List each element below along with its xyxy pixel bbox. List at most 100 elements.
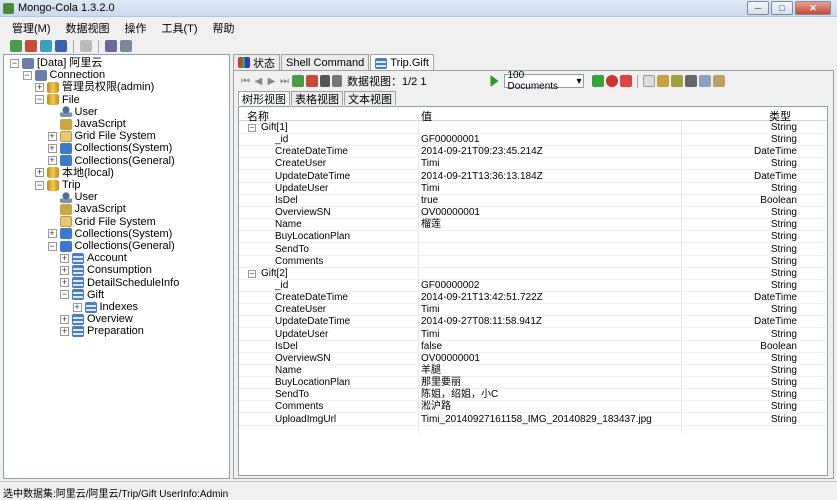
expand-icon[interactable]: +	[60, 253, 69, 263]
run-icon[interactable]	[490, 75, 499, 87]
expand-icon[interactable]: +	[60, 314, 69, 324]
table-row[interactable]: BuyLocationPlan String	[239, 231, 827, 244]
menu-data-view[interactable]: 数据视图	[66, 20, 110, 36]
table-row[interactable]: UpdateUser Timi String	[239, 183, 827, 195]
tree-node[interactable]: + 本地(local)	[35, 167, 114, 179]
tree-node[interactable]: + DetailScheduleInfo	[60, 277, 179, 289]
database-icon[interactable]	[55, 40, 67, 52]
collapse-icon[interactable]: −	[35, 95, 44, 105]
tree-node[interactable]: + 管理员权限(admin)	[35, 81, 154, 93]
table-row[interactable]: IsDel false Boolean	[239, 341, 827, 353]
minimize-button[interactable]: ─	[747, 1, 769, 15]
expand-icon[interactable]: +	[72, 302, 82, 312]
tab-table-view[interactable]: 表格视图	[291, 91, 343, 106]
menu-help[interactable]: 帮助	[213, 20, 235, 36]
stop-icon[interactable]	[80, 40, 92, 52]
table-row[interactable]: Name 榴莲 String	[239, 219, 827, 232]
paste-icon[interactable]	[713, 75, 726, 87]
expand-icon[interactable]: +	[47, 131, 57, 141]
table-row[interactable]: − Gift[2] String	[239, 268, 827, 280]
edit-icon[interactable]	[657, 75, 670, 87]
tab-text-view[interactable]: 文本视图	[344, 91, 396, 106]
table-row[interactable]: CreateDateTime 2014-09-21T09:23:45.214Z Da…	[239, 146, 827, 159]
menu-operations[interactable]: 操作	[125, 20, 147, 36]
expand-icon[interactable]: +	[35, 168, 44, 178]
expand-icon[interactable]: +	[60, 265, 69, 275]
tree-node[interactable]: + Account	[60, 252, 127, 264]
tree-node[interactable]: − Trip	[35, 179, 81, 191]
table-row[interactable]: CreateDateTime 2014-09-21T13:42:51.722Z Da…	[239, 292, 827, 305]
collapse-icon[interactable]: −	[35, 180, 44, 190]
table-row[interactable]: UpdateUser Timi String	[239, 329, 827, 341]
collapse-icon[interactable]: −	[60, 290, 69, 300]
tools-icon[interactable]	[120, 40, 132, 52]
remove-icon[interactable]	[306, 75, 318, 87]
edit-document-icon[interactable]	[671, 75, 684, 87]
help-icon[interactable]	[606, 75, 619, 87]
table-row[interactable]: Comments 淞沪路 String	[239, 401, 827, 414]
copy-icon[interactable]	[699, 75, 712, 87]
disconnect-icon[interactable]	[25, 40, 37, 52]
maximize-button[interactable]: □	[771, 1, 793, 15]
table-row[interactable]: − Gift[1] String	[239, 122, 827, 134]
expand-icon[interactable]: +	[47, 143, 57, 153]
menu-manage[interactable]: 管理(M)	[12, 20, 51, 36]
next-page-icon[interactable]: ▶	[266, 76, 277, 87]
tree-node[interactable]: − Connection	[22, 69, 105, 81]
page-size-select[interactable]: 100 Documents ▾	[504, 70, 585, 92]
tree-node[interactable]: + Grid File System	[47, 130, 156, 142]
expand-icon[interactable]: +	[60, 326, 69, 336]
table-row[interactable]: _id GF00000002 String	[239, 280, 827, 292]
expand-icon[interactable]: +	[35, 82, 44, 92]
collapse-icon[interactable]: −	[248, 269, 256, 278]
cut-icon[interactable]	[685, 75, 698, 87]
table-row[interactable]: OverviewSN OV00000001 String	[239, 353, 827, 365]
filter-icon[interactable]	[332, 75, 342, 87]
collapse-icon[interactable]: −	[10, 58, 19, 68]
collapse-icon[interactable]: −	[22, 70, 32, 80]
tree-node[interactable]: − File	[35, 94, 80, 106]
close-button[interactable]: ✕	[795, 1, 831, 15]
table-row[interactable]: UpdateDateTime 2014-09-27T08:11:58.941Z Da…	[239, 316, 827, 329]
table-row[interactable]: UploadImgUrl Timi_20140927161158_IMG_2014…	[239, 414, 827, 426]
prev-page-icon[interactable]: ◀	[253, 76, 264, 87]
tree-node[interactable]: User	[48, 106, 98, 118]
menu-tools[interactable]: 工具(T)	[162, 20, 198, 36]
tree-node[interactable]: − Collections(General)	[47, 240, 175, 252]
table-row[interactable]: Comments String	[239, 256, 827, 268]
tree-node[interactable]: − Gift	[60, 289, 104, 301]
collapse-icon[interactable]: −	[47, 241, 57, 251]
tree-node[interactable]: − [Data] 阿里云	[10, 57, 102, 69]
expand-icon[interactable]: +	[47, 229, 57, 239]
table-row[interactable]: UpdateDateTime 2014-09-21T13:36:13.184Z Da…	[239, 171, 827, 183]
tree-node[interactable]: + Collections(System)	[47, 228, 172, 240]
table-row[interactable]: Name 羊腿 String	[239, 365, 827, 377]
tree-node[interactable]: Grid File System	[48, 216, 156, 228]
find-icon[interactable]	[320, 75, 330, 87]
new-document-icon[interactable]	[643, 75, 656, 87]
refresh-data-icon[interactable]	[592, 75, 605, 87]
table-row[interactable]: _id GF00000001 String	[239, 134, 827, 147]
table-row[interactable]: SendTo String	[239, 244, 827, 256]
expand-icon[interactable]: +	[60, 278, 69, 288]
connect-icon[interactable]	[10, 40, 22, 52]
tab-tree-view[interactable]: 树形视图	[238, 91, 290, 106]
first-page-icon[interactable]: ⏮	[240, 76, 251, 87]
table-row[interactable]: IsDel true Boolean	[239, 195, 827, 207]
collapse-icon[interactable]: −	[248, 124, 256, 132]
tree-node[interactable]: JavaScript	[48, 118, 126, 130]
tree-node[interactable]: + Preparation	[60, 325, 144, 337]
tab-shell-command[interactable]: Shell Command	[281, 54, 370, 70]
table-row[interactable]: OverviewSN OV00000001 String	[239, 207, 827, 220]
refresh-icon[interactable]	[40, 40, 52, 52]
table-row[interactable]: CreateUser Timi String	[239, 158, 827, 171]
table-row[interactable]: SendTo 陈姐，绍姐，小C String	[239, 389, 827, 402]
delete-icon[interactable]	[620, 75, 633, 87]
tree-node[interactable]: + Overview	[60, 313, 133, 325]
expand-icon[interactable]: +	[47, 156, 57, 166]
tree-node[interactable]: + Collections(System)	[47, 142, 172, 154]
tab-status[interactable]: 状态	[233, 54, 280, 70]
tab-trip-gift[interactable]: Trip.Gift	[370, 54, 434, 71]
tree-node[interactable]: JavaScript	[48, 203, 126, 215]
tree-node[interactable]: + Consumption	[60, 264, 152, 276]
